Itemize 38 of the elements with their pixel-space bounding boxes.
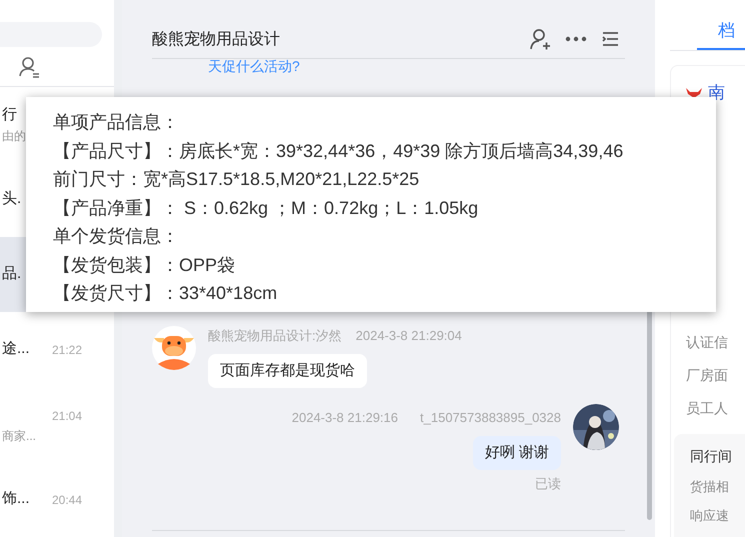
contacts-icon[interactable]: [18, 56, 40, 78]
popup-text-line: 【产品尺寸】：房底长*宽：39*32,44*36，49*39 除方顶后墙高34,39,46: [53, 140, 624, 162]
profile-tab[interactable]: 档: [697, 14, 745, 50]
message-bubble: 页面库存都是现货哈: [208, 354, 367, 388]
conversation-preview: 商家...: [1, 428, 38, 444]
popup-text-line: 【发货包装】：OPP袋: [53, 254, 236, 276]
conversation-title: 途...: [1, 339, 30, 360]
more-icon[interactable]: [565, 36, 587, 42]
conversation-item[interactable]: 饰... 20:44: [0, 462, 114, 537]
conversation-title: 行: [1, 105, 17, 126]
popup-text-line: 【发货尺寸】：33*40*18cm: [53, 282, 278, 305]
field-label: 认证信: [686, 332, 729, 352]
popup-text-line: 前门尺寸：宽*高S17.5*18.5,M20*21,L22.5*25: [53, 168, 420, 191]
sender-name: 酸熊宠物用品设计:汐然: [208, 327, 342, 345]
card-title: 同行间: [690, 446, 733, 466]
field-label: 员工人: [686, 398, 729, 418]
rating-label: 响应速: [690, 507, 730, 525]
conversation-time: 21:04: [52, 408, 83, 424]
popup-text-line: 单个发货信息：: [53, 225, 180, 248]
add-user-icon[interactable]: [529, 28, 551, 50]
conversation-preview: 由的: [1, 128, 27, 144]
read-status: 已读: [535, 475, 561, 493]
conversation-title: 品.: [1, 264, 22, 284]
conversation-item[interactable]: 途... 21:22: [0, 312, 114, 387]
popup-text-line: 【产品净重】： S：0.62kg ；M：0.72kg；L：1.05kg: [53, 196, 480, 220]
message-time: 2024-3-8 21:29:04: [356, 327, 462, 345]
chat-title: 酸熊宠物用品设计: [152, 30, 280, 50]
popup-text-line: 单项产品信息：: [53, 111, 180, 134]
list-menu-icon[interactable]: [601, 30, 619, 48]
field-label: 厂房面: [686, 366, 729, 384]
conversation-title: 饰...: [1, 489, 30, 510]
message-time: 2024-3-8 21:29:16: [292, 409, 398, 427]
conversation-time: 21:22: [52, 342, 83, 358]
rating-label: 货描相: [690, 478, 730, 496]
cow-avatar: [152, 326, 196, 370]
sender-name: t_1507573883895_0328: [420, 409, 561, 427]
message-bubble: 好咧 谢谢: [472, 436, 561, 470]
conversation-time: 20:44: [52, 492, 83, 508]
